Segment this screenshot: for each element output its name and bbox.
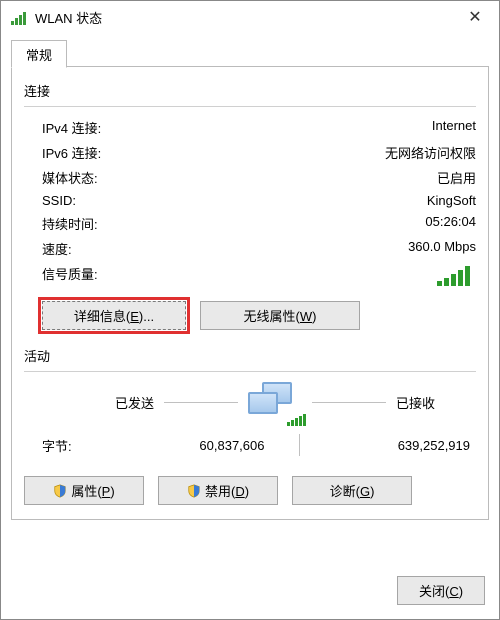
label-received: 已接收 [396, 393, 476, 412]
label-duration: 持续时间: [42, 214, 98, 233]
value-received: 639,252,919 [310, 438, 477, 453]
tab-general[interactable]: 常规 [11, 40, 67, 68]
network-monitor-icon [248, 382, 302, 422]
activity-line [312, 402, 386, 403]
activity-line [164, 402, 238, 403]
connection-group-title: 连接 [24, 81, 476, 100]
value-ipv4: Internet [432, 118, 476, 137]
label-ssid: SSID: [42, 193, 76, 208]
value-sent: 60,837,606 [104, 438, 289, 453]
label-signal: 信号质量: [42, 267, 98, 282]
titlebar: WLAN 状态 ✕ [1, 1, 499, 33]
label-speed: 速度: [42, 239, 72, 258]
label-media: 媒体状态: [42, 168, 98, 187]
close-icon[interactable]: ✕ [453, 1, 497, 33]
label-ipv4: IPv4 连接: [42, 118, 101, 137]
window-title: WLAN 状态 [35, 8, 453, 27]
value-ipv6: 无网络访问权限 [385, 143, 476, 162]
label-bytes: 字节: [24, 436, 104, 455]
diagnose-button[interactable]: 诊断(G) [292, 476, 412, 505]
signal-bars-icon [437, 266, 470, 286]
value-media: 已启用 [437, 168, 476, 187]
close-button[interactable]: 关闭(C) [397, 576, 485, 605]
value-duration: 05:26:04 [425, 214, 476, 233]
label-ipv6: IPv6 连接: [42, 143, 101, 162]
divider [24, 371, 476, 372]
tabs: 常规 [11, 39, 489, 67]
wifi-icon [11, 9, 27, 25]
details-button[interactable]: 详细信息(E)... [42, 301, 186, 330]
divider [24, 106, 476, 107]
activity-separator [299, 434, 300, 456]
label-sent: 已发送 [24, 393, 154, 412]
shield-icon [53, 484, 67, 498]
properties-button[interactable]: 属性(P) [24, 476, 144, 505]
shield-icon [187, 484, 201, 498]
value-speed: 360.0 Mbps [408, 239, 476, 258]
disable-button[interactable]: 禁用(D) [158, 476, 278, 505]
value-ssid: KingSoft [427, 193, 476, 208]
activity-group-title: 活动 [24, 346, 476, 365]
wireless-properties-button[interactable]: 无线属性(W) [200, 301, 360, 330]
